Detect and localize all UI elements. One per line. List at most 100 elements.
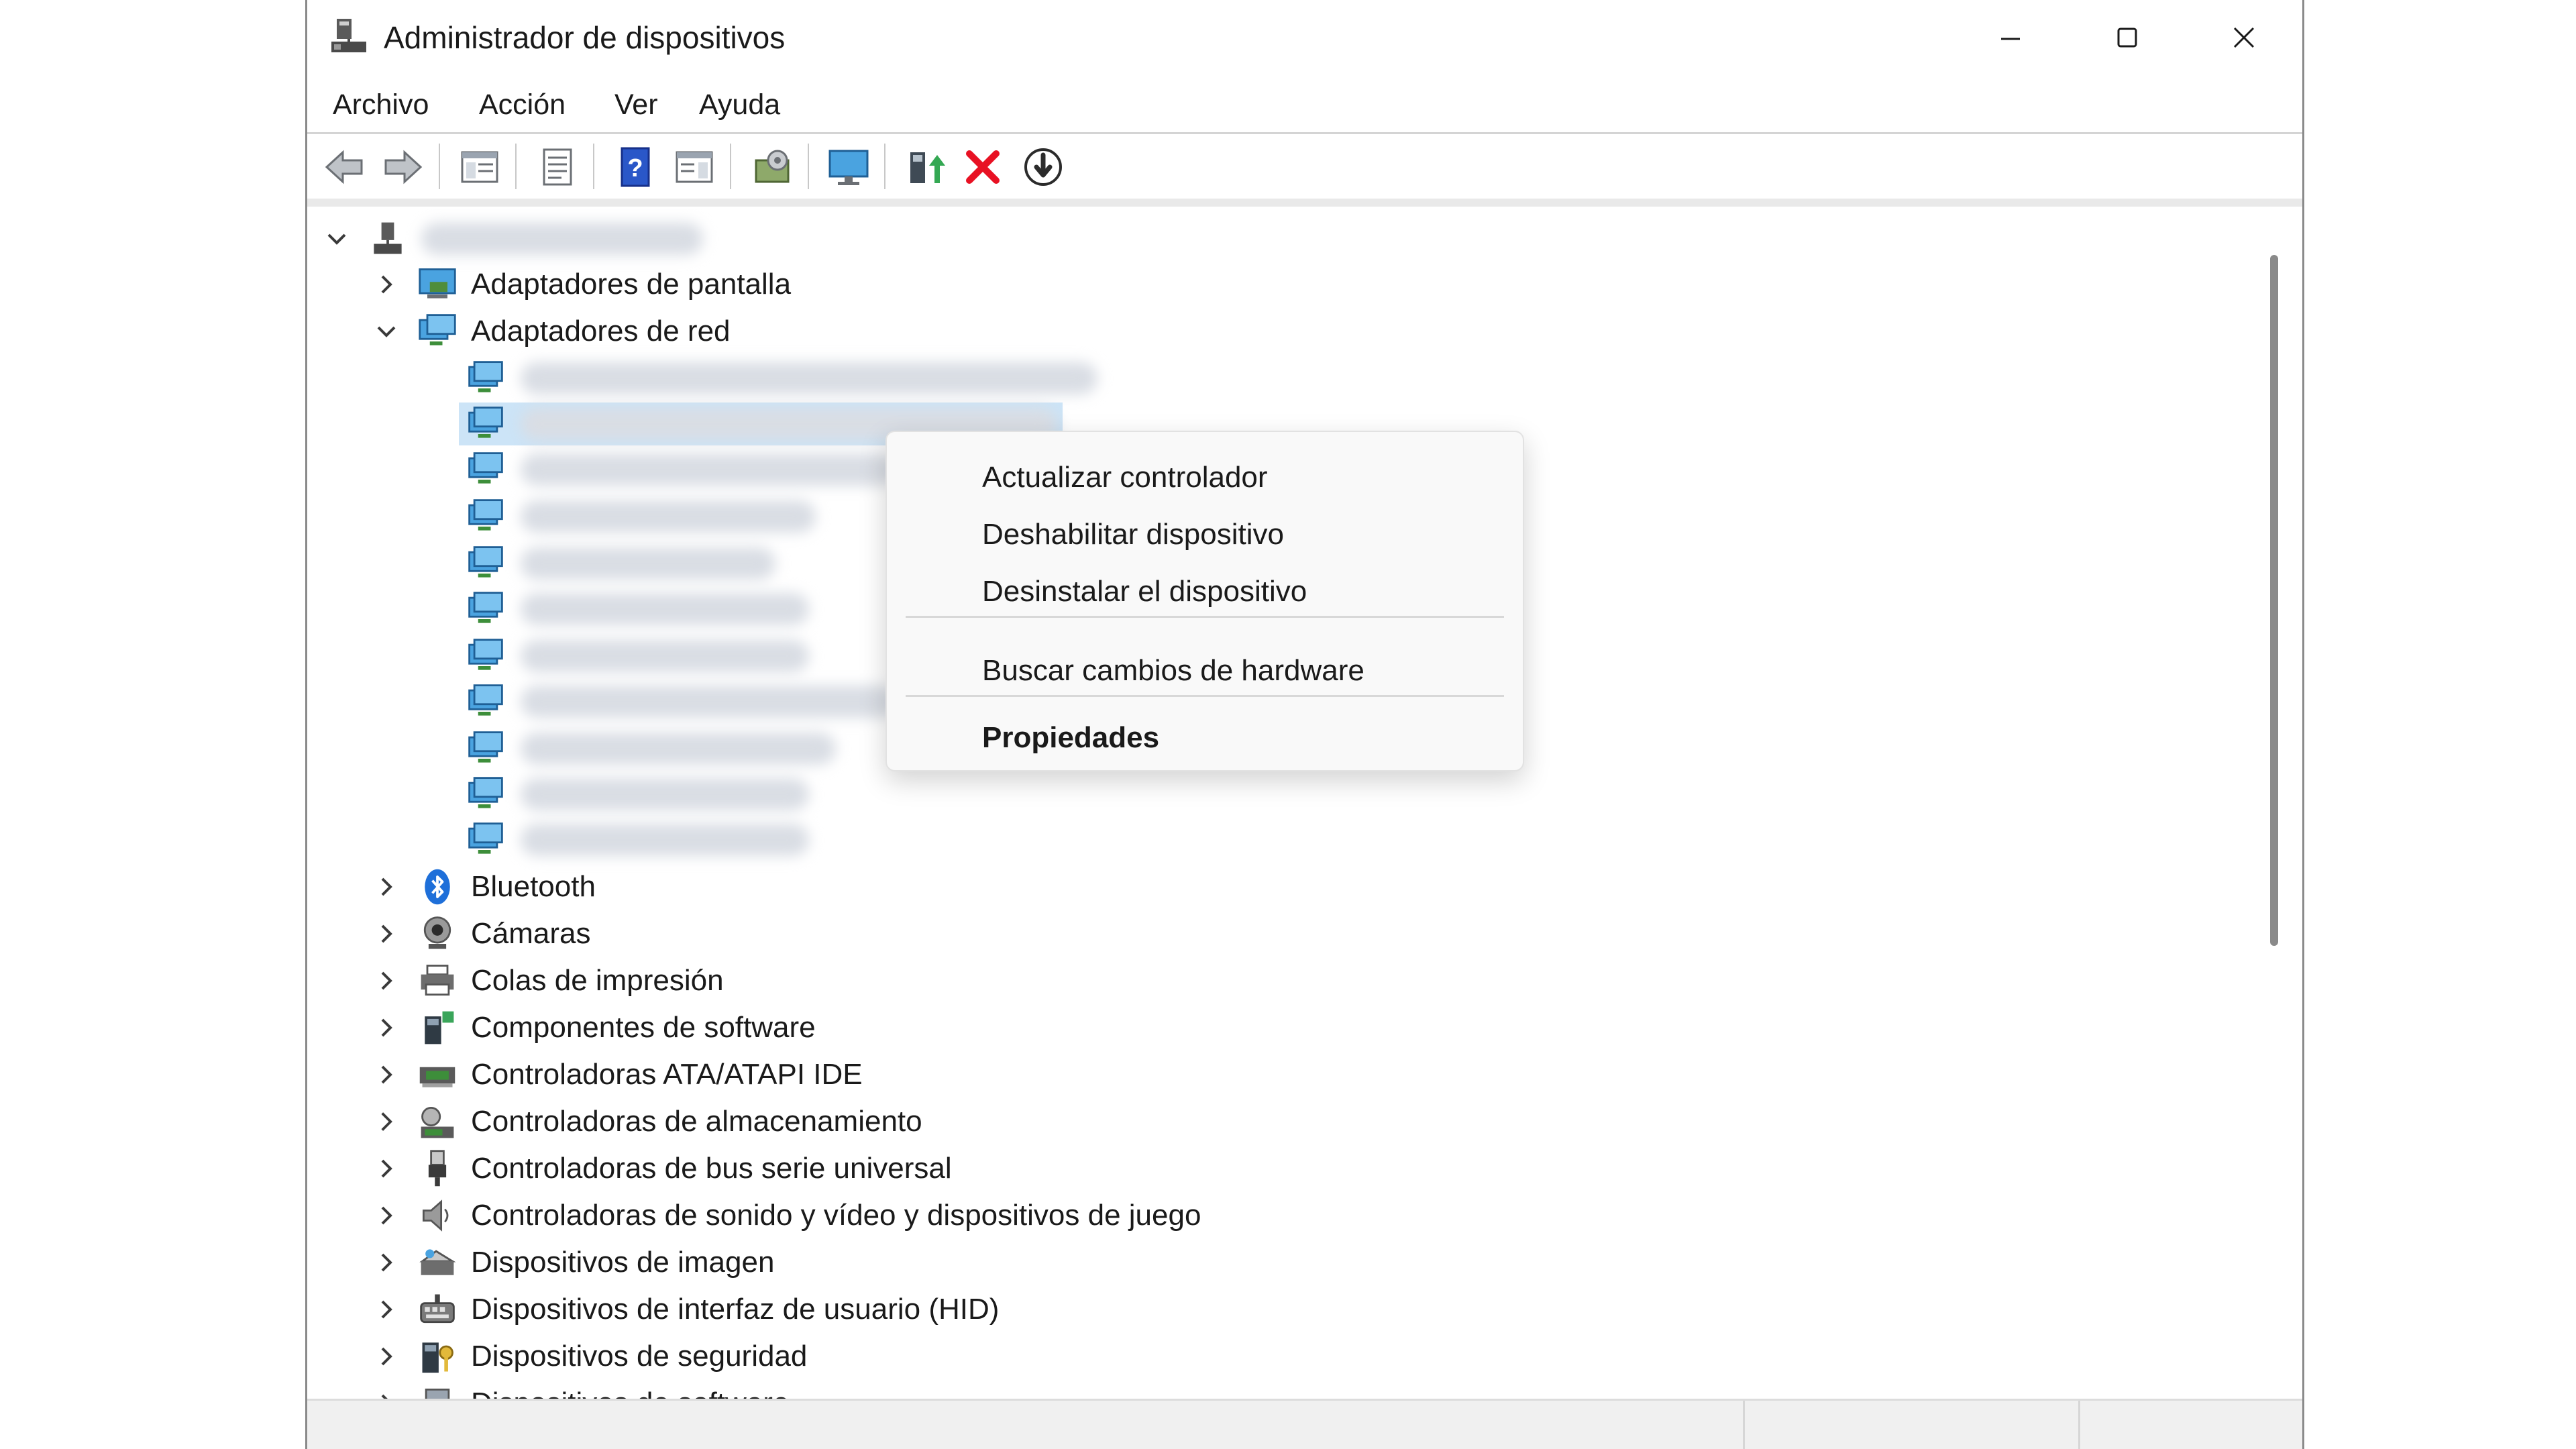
chevron-right-icon[interactable]	[373, 1155, 400, 1182]
tree-category-software-devices[interactable]: Dispositivos de software	[307, 1381, 1112, 1401]
tree-category-storage-controllers[interactable]: Controladoras de almacenamiento	[307, 1099, 1112, 1144]
menu-item-properties[interactable]: Propiedades	[982, 718, 1159, 758]
network-device-item[interactable]	[307, 817, 1112, 863]
menu-separator	[906, 616, 1504, 618]
device-name-redacted	[521, 593, 809, 625]
uninstall-button[interactable]	[959, 144, 1006, 191]
tree-category-bluetooth[interactable]: Bluetooth	[307, 864, 1112, 910]
device-name-redacted	[521, 500, 816, 533]
scan-hardware-button[interactable]	[749, 144, 796, 191]
help-button[interactable]: ?	[612, 144, 659, 191]
chevron-right-icon[interactable]	[373, 1014, 400, 1041]
close-button[interactable]	[2186, 0, 2302, 75]
update-driver-icon	[910, 152, 945, 183]
menu-archivo[interactable]: Archivo	[333, 86, 429, 123]
tree-category-label: Controladoras de almacenamiento	[471, 1105, 922, 1138]
network-device-item[interactable]	[307, 356, 1112, 401]
chevron-right-icon[interactable]	[373, 967, 400, 994]
maximize-icon	[2117, 28, 2137, 48]
menu-item-update-driver[interactable]: Actualizar controlador	[982, 458, 1268, 498]
forward-arrow-icon	[384, 150, 423, 184]
chevron-right-icon[interactable]	[373, 1061, 400, 1088]
back-arrow-icon	[325, 150, 363, 184]
chevron-right-icon[interactable]	[373, 1108, 400, 1135]
tree-category-imaging-devices[interactable]: Dispositivos de imagen	[307, 1240, 1112, 1285]
network-adapter-icon	[468, 361, 503, 392]
help-icon: ?	[621, 147, 650, 187]
tree-category-hid[interactable]: Dispositivos de interfaz de usuario (HID…	[307, 1287, 1112, 1332]
tree-category-cameras[interactable]: Cámaras	[307, 911, 1112, 957]
menu-accion[interactable]: Acción	[479, 86, 566, 123]
window-title: Administrador de dispositivos	[384, 20, 786, 55]
chevron-down-icon[interactable]	[373, 318, 400, 345]
forward-button[interactable]	[380, 144, 427, 191]
device-manager-icon	[331, 19, 366, 52]
menu-item-scan-hardware[interactable]: Buscar cambios de hardware	[982, 651, 1364, 691]
tree-category-display-adapters[interactable]: Adaptadores de pantalla	[307, 262, 1112, 307]
tree-category-print-queues[interactable]: Colas de impresión	[307, 958, 1112, 1004]
tree-root[interactable]	[307, 216, 1112, 262]
tree-category-usb-controllers[interactable]: Controladoras de bus serie universal	[307, 1146, 1112, 1191]
ide-controller-icon	[419, 1067, 455, 1087]
menu-ver[interactable]: Ver	[614, 86, 658, 123]
svg-text:?: ?	[627, 154, 643, 182]
chevron-right-icon[interactable]	[373, 271, 400, 298]
network-adapter-icon	[419, 314, 456, 345]
printer-icon	[421, 965, 454, 996]
title-bar[interactable]: Administrador de dispositivos	[307, 0, 2302, 75]
scan-hardware-icon	[755, 150, 790, 183]
menu-ayuda[interactable]: Ayuda	[699, 86, 780, 123]
disable-device-icon	[1024, 148, 1062, 186]
network-adapter-icon	[468, 546, 503, 578]
back-button[interactable]	[321, 144, 368, 191]
menu-item-uninstall-device[interactable]: Desinstalar el dispositivo	[982, 572, 1307, 612]
bluetooth-icon	[425, 869, 450, 905]
minimize-icon	[2001, 38, 2020, 40]
tree-category-sound-controllers[interactable]: Controladoras de sonido y vídeo y dispos…	[307, 1193, 1246, 1238]
speaker-icon	[422, 1199, 449, 1232]
device-name-redacted	[521, 453, 896, 486]
tree-category-label: Colas de impresión	[471, 964, 724, 997]
monitor-button[interactable]	[825, 144, 872, 191]
device-name-redacted	[521, 733, 836, 765]
show-hide-tree-button[interactable]	[456, 144, 503, 191]
chevron-right-icon[interactable]	[373, 873, 400, 900]
minimize-button[interactable]	[1952, 0, 2069, 75]
tree-category-label: Bluetooth	[471, 870, 596, 903]
tree-category-label: Dispositivos de interfaz de usuario (HID…	[471, 1293, 1000, 1326]
computer-name-redacted	[421, 223, 703, 255]
device-name-redacted	[521, 778, 809, 810]
network-adapter-icon	[468, 777, 503, 808]
vertical-scrollbar[interactable]	[2270, 255, 2278, 946]
device-name-redacted	[521, 362, 1097, 394]
tree-category-label: Dispositivos de seguridad	[471, 1340, 808, 1373]
action-pane-button[interactable]	[671, 144, 718, 191]
chevron-right-icon[interactable]	[373, 1202, 400, 1229]
network-adapter-icon	[468, 452, 503, 484]
chevron-right-icon[interactable]	[373, 920, 400, 947]
usb-icon	[428, 1150, 447, 1187]
uninstall-icon	[966, 150, 1000, 184]
update-driver-button[interactable]	[902, 144, 949, 191]
maximize-button[interactable]	[2069, 0, 2186, 75]
tree-category-ata-controllers[interactable]: Controladoras ATA/ATAPI IDE	[307, 1052, 1112, 1097]
hid-icon	[420, 1294, 455, 1324]
network-adapter-icon	[468, 592, 503, 623]
properties-button[interactable]	[534, 144, 581, 191]
tree-category-label: Dispositivos de imagen	[471, 1246, 775, 1279]
disable-device-button[interactable]	[1020, 144, 1067, 191]
close-icon	[2233, 27, 2255, 48]
chevron-right-icon[interactable]	[373, 1343, 400, 1370]
device-name-redacted	[521, 547, 775, 580]
network-device-item[interactable]	[307, 771, 1112, 817]
device-name-redacted	[521, 640, 809, 672]
tree-category-software-components[interactable]: Componentes de software	[307, 1005, 1112, 1051]
chevron-down-icon[interactable]	[323, 225, 350, 252]
tree-category-network-adapters[interactable]: Adaptadores de red	[307, 309, 1112, 354]
action-pane-icon	[676, 151, 713, 183]
chevron-right-icon[interactable]	[373, 1296, 400, 1323]
tree-category-security-devices[interactable]: Dispositivos de seguridad	[307, 1334, 1112, 1379]
chevron-right-icon[interactable]	[373, 1249, 400, 1276]
menu-item-disable-device[interactable]: Deshabilitar dispositivo	[982, 515, 1284, 555]
tree-category-label: Controladoras de sonido y vídeo y dispos…	[471, 1199, 1201, 1232]
